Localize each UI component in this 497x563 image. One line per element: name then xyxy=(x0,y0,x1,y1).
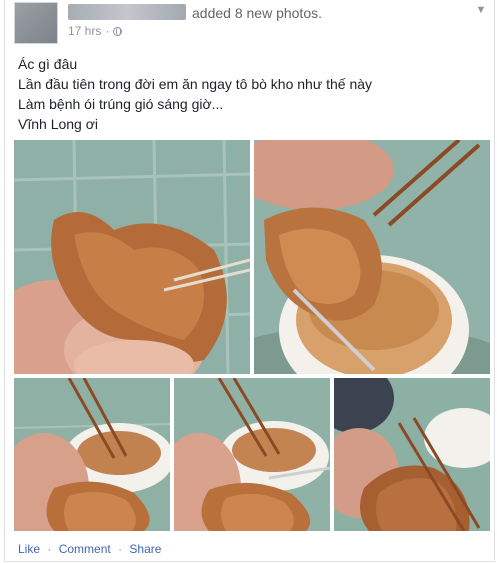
meta-dot: · xyxy=(105,24,110,38)
post-actions: Like · Comment · Share xyxy=(18,542,161,556)
photo-2[interactable] xyxy=(254,140,490,374)
post-text: Ác gì đâu Lần đầu tiên trong đời em ăn n… xyxy=(18,54,372,134)
chevron-down-icon[interactable]: ▼ xyxy=(474,4,488,16)
post-line: Lần đầu tiên trong đời em ăn ngay tô bò … xyxy=(18,76,373,92)
action-separator: · xyxy=(118,542,123,556)
avatar[interactable] xyxy=(14,2,58,44)
photo-5[interactable] xyxy=(334,378,490,531)
post-meta: 17 hrs · xyxy=(68,24,123,38)
post-card: added 8 new photos. ▼ 17 hrs · Ác gì đâu… xyxy=(4,0,495,562)
author-name-redacted[interactable] xyxy=(68,4,186,20)
post-line: Vĩnh Long ơi xyxy=(18,116,99,132)
like-link[interactable]: Like xyxy=(18,542,40,556)
comment-link[interactable]: Comment xyxy=(59,542,111,556)
share-link[interactable]: Share xyxy=(129,542,161,556)
timestamp-link[interactable]: 17 hrs xyxy=(68,24,101,38)
globe-icon[interactable] xyxy=(113,26,123,36)
photo-1[interactable] xyxy=(14,140,250,374)
photo-4[interactable] xyxy=(174,378,330,531)
action-separator: · xyxy=(47,542,52,556)
post-line: Làm bệnh ói trúng gió sáng giờ... xyxy=(18,96,224,112)
post-action-text: added 8 new photos. xyxy=(192,5,322,21)
post-line: Ác gì đâu xyxy=(18,56,78,72)
photo-3[interactable] xyxy=(14,378,170,531)
